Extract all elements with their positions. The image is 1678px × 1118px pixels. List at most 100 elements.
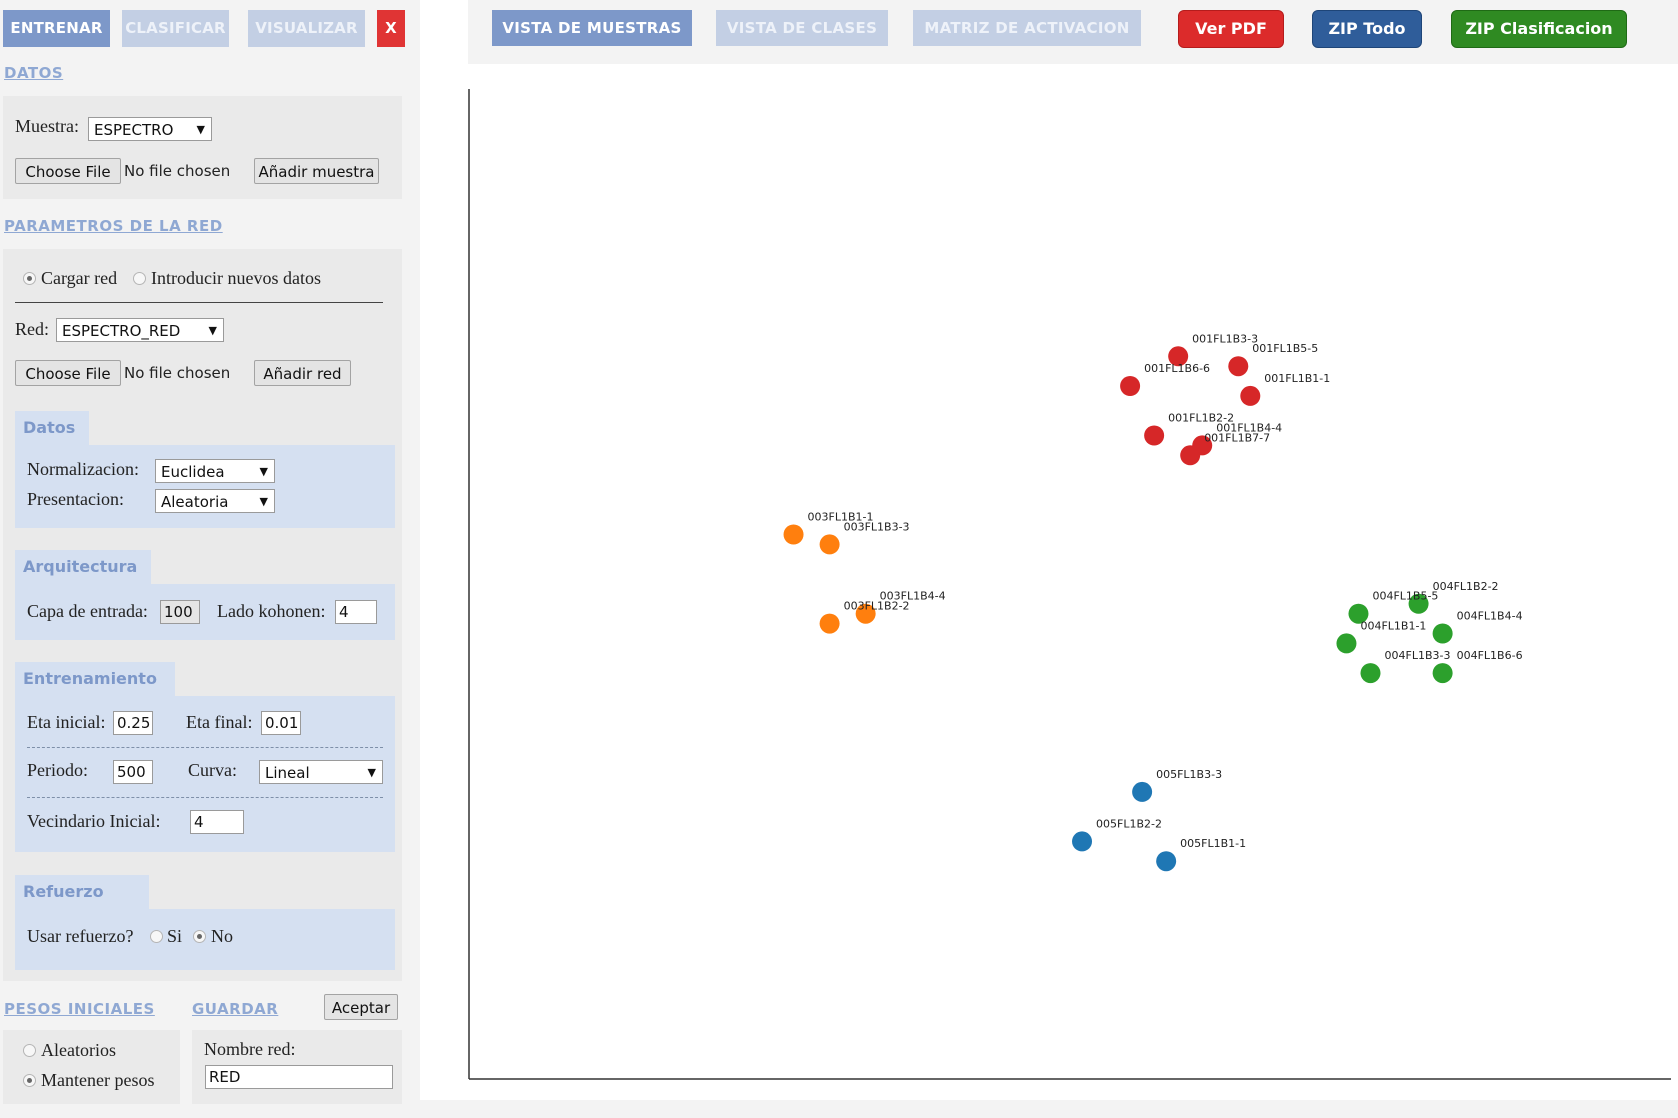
input-layer-label: Capa de entrada: xyxy=(27,601,148,621)
left-panel: ENTRENAR CLASIFICAR VISUALIZAR X DATOS M… xyxy=(0,0,420,1118)
normalization-label: Normalizacion: xyxy=(27,459,139,479)
network-file-status: No file chosen xyxy=(124,364,231,382)
zip-all-button[interactable]: ZIP Todo xyxy=(1312,10,1422,48)
radio-keep-label: Mantener pesos xyxy=(41,1070,155,1090)
radio-reinforcement-yes[interactable] xyxy=(150,930,163,943)
normalization-select[interactable]: Euclidea ▼ xyxy=(155,459,275,483)
save-link[interactable]: GUARDAR xyxy=(192,1000,278,1018)
choose-network-file-button[interactable]: Choose File xyxy=(15,360,121,386)
muestra-select[interactable]: ESPECTRO ▼ xyxy=(88,117,212,141)
data-point[interactable] xyxy=(1228,356,1249,377)
view-pdf-button[interactable]: Ver PDF xyxy=(1178,10,1284,48)
datos-group-title: Datos xyxy=(15,411,89,445)
tab-classes-view[interactable]: VISTA DE CLASES xyxy=(716,10,888,46)
data-point[interactable] xyxy=(1120,376,1141,396)
radio-no-label: No xyxy=(211,926,233,946)
data-point-label: 005FL1B2-2 xyxy=(1096,817,1162,830)
data-point-label: 005FL1B1-1 xyxy=(1180,837,1246,850)
zip-classification-button[interactable]: ZIP Clasificacion xyxy=(1451,10,1627,48)
tab-samples-view[interactable]: VISTA DE MUESTRAS xyxy=(492,10,692,46)
datos-group: Normalizacion: Euclidea ▼ Presentacion: … xyxy=(15,445,395,528)
accept-button[interactable]: Aceptar xyxy=(324,994,398,1020)
tab-train[interactable]: ENTRENAR xyxy=(3,10,110,47)
data-point-label: 004FL1B1-1 xyxy=(1360,619,1426,632)
kohonen-side-label: Lado kohonen: xyxy=(217,601,326,621)
data-point[interactable] xyxy=(1180,445,1201,466)
radio-new-label: Introducir nuevos datos xyxy=(151,268,321,288)
neighborhood-label: Vecindario Inicial: xyxy=(27,811,161,831)
curve-label: Curva: xyxy=(188,760,237,780)
data-point-label: 001FL1B6-6 xyxy=(1144,362,1210,375)
network-params-link[interactable]: PARAMETROS DE LA RED xyxy=(4,217,223,235)
radio-load-network[interactable] xyxy=(23,272,36,285)
divider xyxy=(27,797,383,798)
data-point[interactable] xyxy=(783,524,804,545)
data-point[interactable] xyxy=(1156,851,1177,872)
footer-strip xyxy=(420,1100,1678,1118)
data-point[interactable] xyxy=(1432,623,1453,644)
muestra-label: Muestra: xyxy=(15,116,79,136)
close-button[interactable]: X xyxy=(377,10,405,47)
divider xyxy=(27,747,383,748)
data-point[interactable] xyxy=(1360,663,1381,684)
data-point-label: 003FL1B2-2 xyxy=(844,600,910,613)
data-point[interactable] xyxy=(1132,781,1153,802)
muestra-value: ESPECTRO xyxy=(94,121,174,139)
data-point-label: 004FL1B4-4 xyxy=(1457,610,1523,623)
presentation-label: Presentacion: xyxy=(27,489,124,509)
tab-visualize[interactable]: VISUALIZAR xyxy=(248,10,365,47)
red-select[interactable]: ESPECTRO_RED ▼ xyxy=(56,318,224,342)
radio-random-label: Aleatorios xyxy=(41,1040,116,1060)
data-point[interactable] xyxy=(1072,831,1093,852)
architecture-group-title: Arquitectura xyxy=(15,550,151,584)
data-point[interactable] xyxy=(819,613,840,634)
input-layer-field: 100 xyxy=(160,600,200,624)
tab-activation-matrix[interactable]: MATRIZ DE ACTIVACION xyxy=(913,10,1141,46)
datos-box: Muestra: ESPECTRO ▼ Choose File No file … xyxy=(3,96,402,199)
chevron-down-icon: ▼ xyxy=(259,465,268,478)
chevron-down-icon: ▼ xyxy=(367,766,376,779)
add-network-button[interactable]: Añadir red xyxy=(254,360,351,386)
network-name-label: Nombre red: xyxy=(204,1039,296,1059)
network-name-field[interactable]: RED xyxy=(205,1065,393,1089)
radio-reinforcement-no[interactable] xyxy=(193,930,206,943)
add-sample-button[interactable]: Añadir muestra xyxy=(254,158,379,184)
data-point-label: 005FL1B3-3 xyxy=(1156,768,1222,781)
reinforcement-group: Usar refuerzo? Si No xyxy=(15,909,395,970)
save-box: Nombre red: RED xyxy=(192,1030,402,1104)
kohonen-side-field[interactable]: 4 xyxy=(335,600,377,624)
data-point-label: 003FL1B3-3 xyxy=(844,520,910,533)
eta-initial-field[interactable]: 0.25 xyxy=(113,711,153,735)
data-point-label: 004FL1B2-2 xyxy=(1433,580,1499,593)
data-point-label: 004FL1B6-6 xyxy=(1457,649,1523,662)
data-point[interactable] xyxy=(1336,633,1357,654)
eta-final-field[interactable]: 0.01 xyxy=(261,711,301,735)
datos-section-link[interactable]: DATOS xyxy=(4,64,63,82)
data-point[interactable] xyxy=(819,534,840,555)
data-point[interactable] xyxy=(1240,385,1261,406)
data-point[interactable] xyxy=(1432,663,1453,684)
red-label: Red: xyxy=(15,319,49,339)
training-group: Eta inicial: 0.25 Eta final: 0.01 Period… xyxy=(15,696,395,852)
data-point-label: 001FL1B3-3 xyxy=(1192,332,1258,345)
period-field[interactable]: 500 xyxy=(113,760,153,784)
radio-new-data[interactable] xyxy=(133,272,146,285)
training-group-title: Entrenamiento xyxy=(15,662,175,696)
normalization-value: Euclidea xyxy=(161,463,225,481)
radio-weights-random[interactable] xyxy=(23,1044,36,1057)
eta-final-label: Eta final: xyxy=(186,712,253,732)
initial-weights-link[interactable]: PESOS INICIALES xyxy=(4,1000,155,1018)
tab-classify[interactable]: CLASIFICAR xyxy=(122,10,229,47)
curve-value: Lineal xyxy=(265,764,310,782)
sample-file-status: No file chosen xyxy=(124,162,231,180)
reinforcement-question: Usar refuerzo? xyxy=(27,926,134,946)
neighborhood-field[interactable]: 4 xyxy=(190,810,244,834)
presentation-select[interactable]: Aleatoria ▼ xyxy=(155,489,275,513)
divider xyxy=(15,302,383,303)
data-point-label: 004FL1B5-5 xyxy=(1372,590,1438,603)
data-point[interactable] xyxy=(1144,425,1165,446)
radio-weights-keep[interactable] xyxy=(23,1074,36,1087)
curve-select[interactable]: Lineal ▼ xyxy=(259,760,383,784)
choose-sample-file-button[interactable]: Choose File xyxy=(15,158,121,184)
data-point-label: 004FL1B3-3 xyxy=(1385,649,1451,662)
